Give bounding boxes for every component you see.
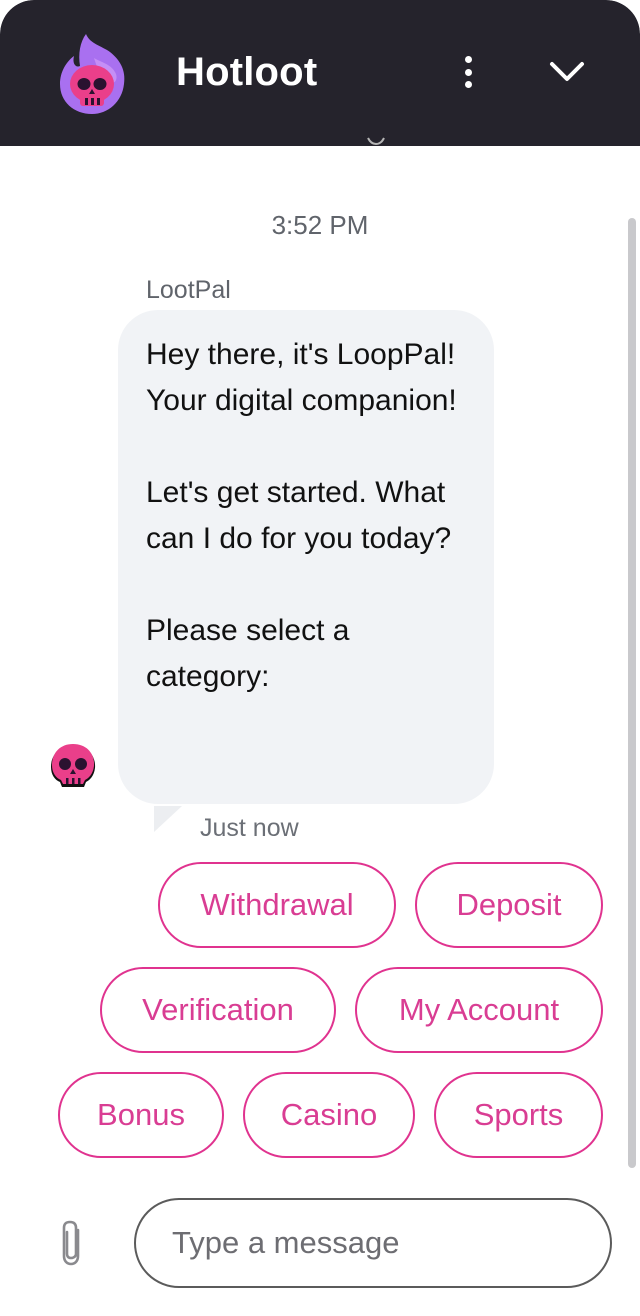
chat-header: Hotloot [0,0,640,146]
quick-reply-sports[interactable]: Sports [434,1072,603,1158]
chat-widget: Hotloot 3:52 PM LootPal Hey there, it's … [0,0,640,1316]
bot-message-bubble: Hey there, it's LoopPal! Your digital co… [118,310,494,804]
flaming-skull-icon [60,34,125,114]
message-scrollbar[interactable] [628,218,636,1168]
conversation-timestamp: 3:52 PM [271,210,369,240]
quick-reply-verification[interactable]: Verification [100,967,336,1053]
message-input[interactable] [172,1200,592,1286]
skull-avatar-icon [51,744,96,787]
scrolled-text-remnant [367,137,385,145]
sender-name: LootPal [146,276,231,304]
brand-title: Hotloot [176,50,318,94]
bot-message-text: Hey there, it's LoopPal! Your digital co… [146,338,457,693]
more-vertical-icon [464,56,472,63]
paperclip-icon[interactable] [56,1216,88,1270]
quick-reply-withdrawal[interactable]: Withdrawal [158,862,396,948]
quick-reply-casino[interactable]: Casino [243,1072,415,1158]
quick-reply-bonus[interactable]: Bonus [58,1072,224,1158]
message-meta: Just now [200,814,299,842]
message-composer [134,1198,612,1288]
chevron-down-icon[interactable] [546,52,588,92]
quick-reply-my-account[interactable]: My Account [355,967,603,1053]
bubble-tail [154,806,182,832]
quick-reply-deposit[interactable]: Deposit [415,862,603,948]
more-options-button[interactable] [452,50,484,94]
